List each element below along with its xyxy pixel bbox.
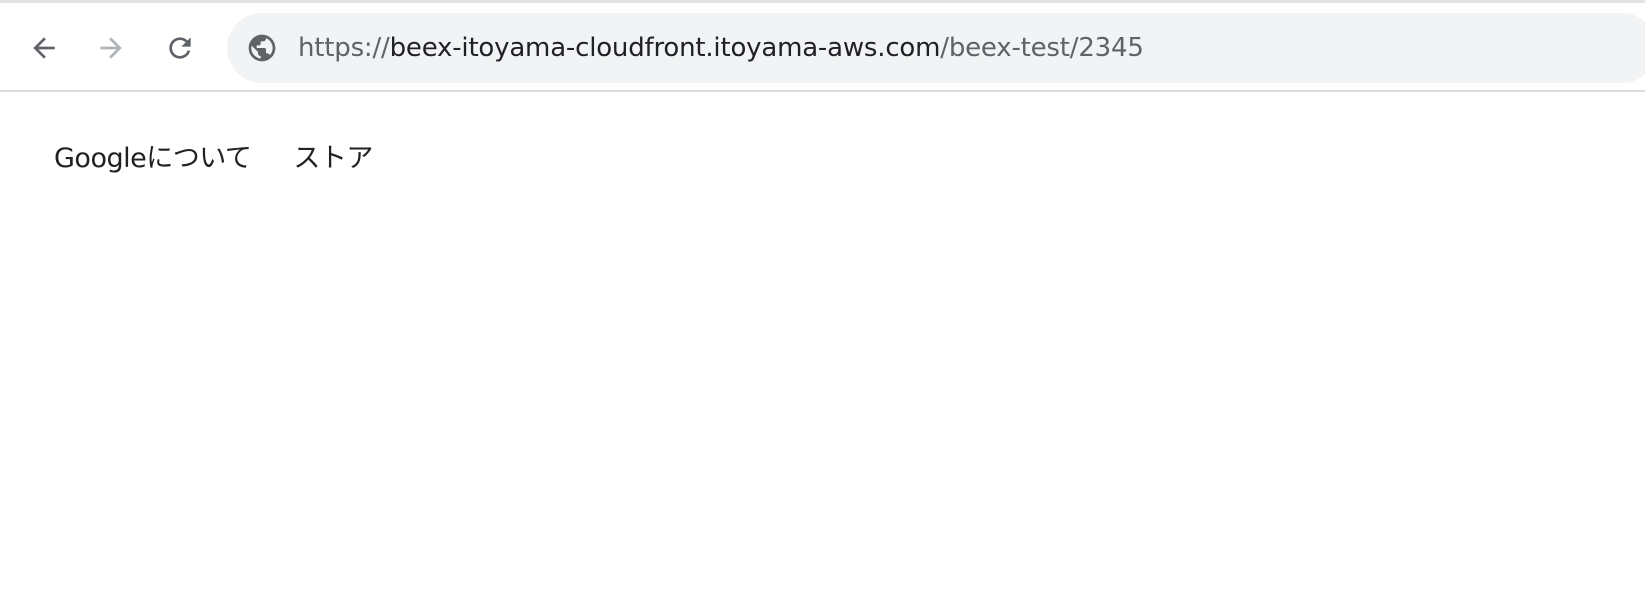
browser-toolbar: https://beex-itoyama-cloudfront.itoyama-… xyxy=(0,0,1645,92)
reload-button[interactable] xyxy=(158,26,202,70)
top-links: Googleについて ストア xyxy=(54,136,373,175)
url-scheme: https:// xyxy=(298,33,390,63)
forward-button[interactable] xyxy=(89,26,133,70)
arrow-left-icon xyxy=(33,37,55,59)
url-text[interactable]: https://beex-itoyama-cloudfront.itoyama-… xyxy=(298,13,1144,83)
link-about-google[interactable]: Googleについて xyxy=(54,136,252,175)
reload-icon xyxy=(169,37,191,59)
back-button[interactable] xyxy=(22,26,66,70)
link-store[interactable]: ストア xyxy=(293,136,373,175)
page-content: Googleについて ストア xyxy=(0,92,1645,597)
arrow-right-icon xyxy=(100,37,122,59)
url-host: beex-itoyama-cloudfront.itoyama-aws.com xyxy=(389,33,941,63)
site-info-button[interactable] xyxy=(246,32,278,64)
url-path: /beex-test/2345 xyxy=(940,33,1144,63)
globe-icon xyxy=(248,34,276,62)
address-bar[interactable]: https://beex-itoyama-cloudfront.itoyama-… xyxy=(227,13,1645,83)
